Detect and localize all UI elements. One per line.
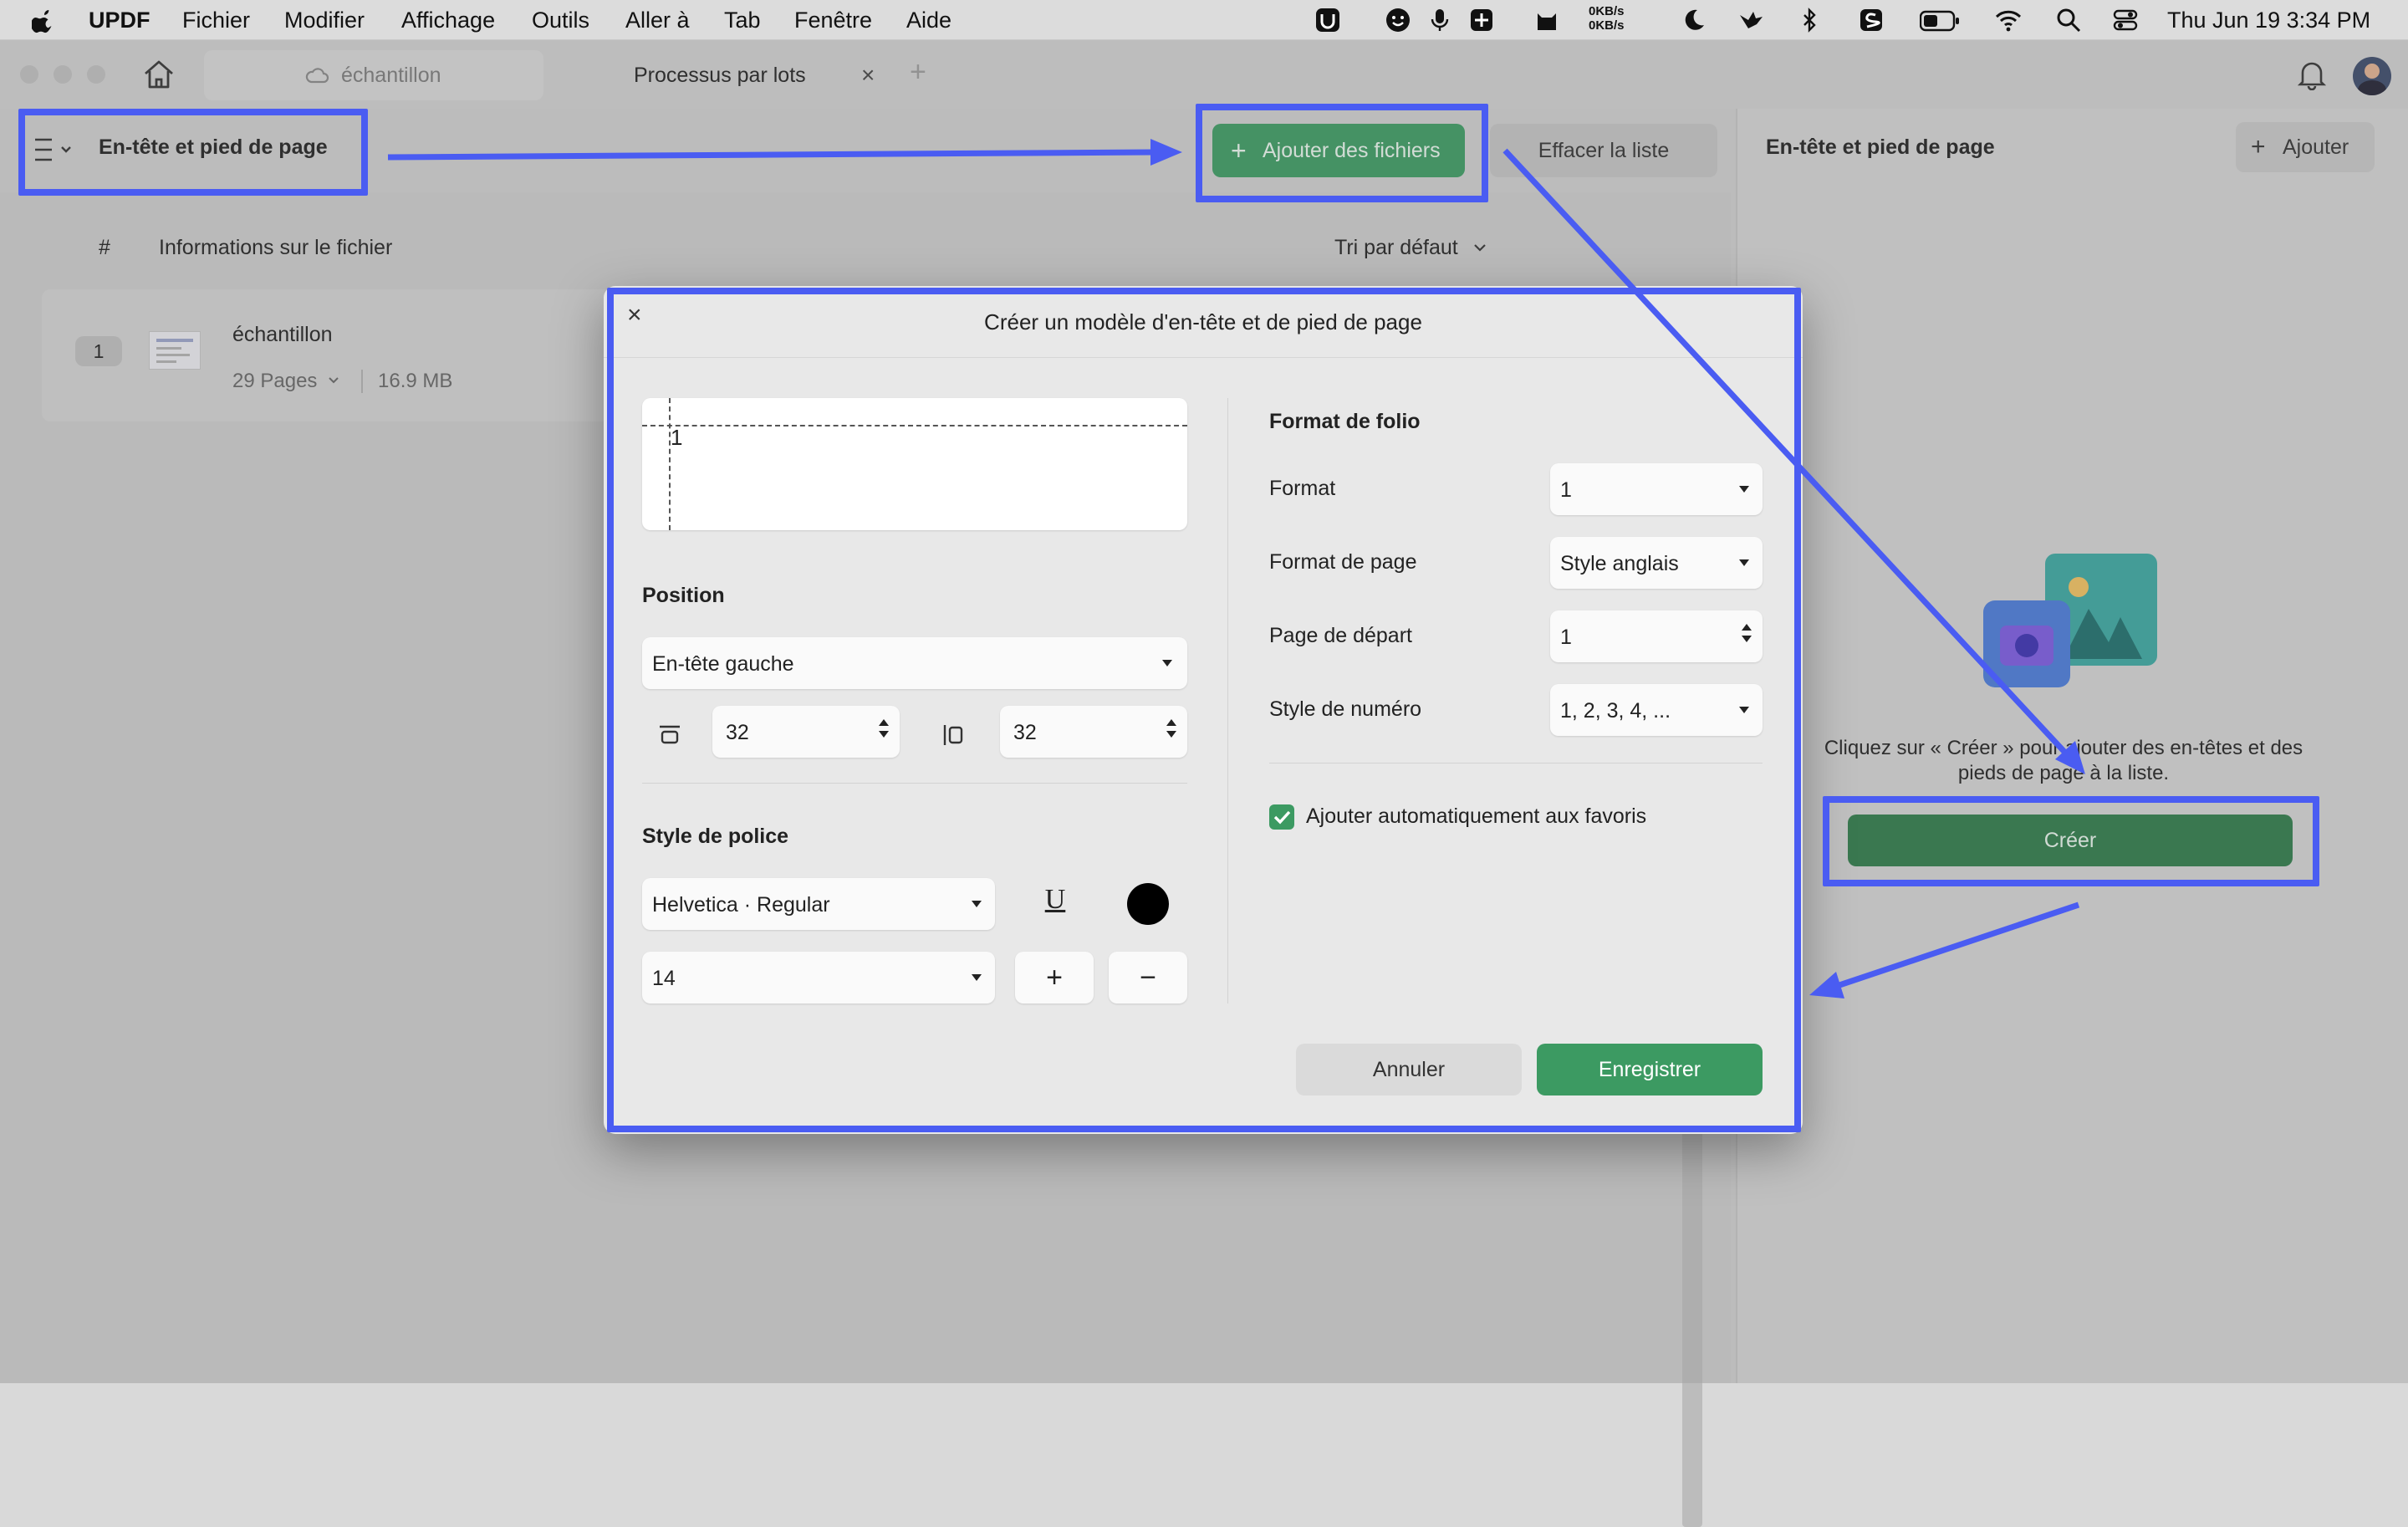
annotation-arrows	[387, 139, 2085, 998]
